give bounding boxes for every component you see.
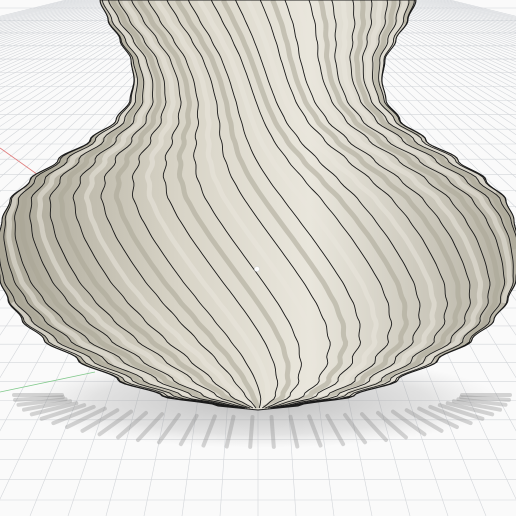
3d-viewport[interactable] bbox=[0, 0, 516, 516]
vase-model[interactable] bbox=[0, 0, 516, 411]
shadow-ray bbox=[13, 395, 65, 402]
scene-canvas[interactable] bbox=[0, 0, 516, 516]
shadow-ray bbox=[269, 415, 276, 449]
shadow-ray bbox=[248, 415, 255, 449]
pivot-point-marker[interactable] bbox=[254, 266, 260, 272]
